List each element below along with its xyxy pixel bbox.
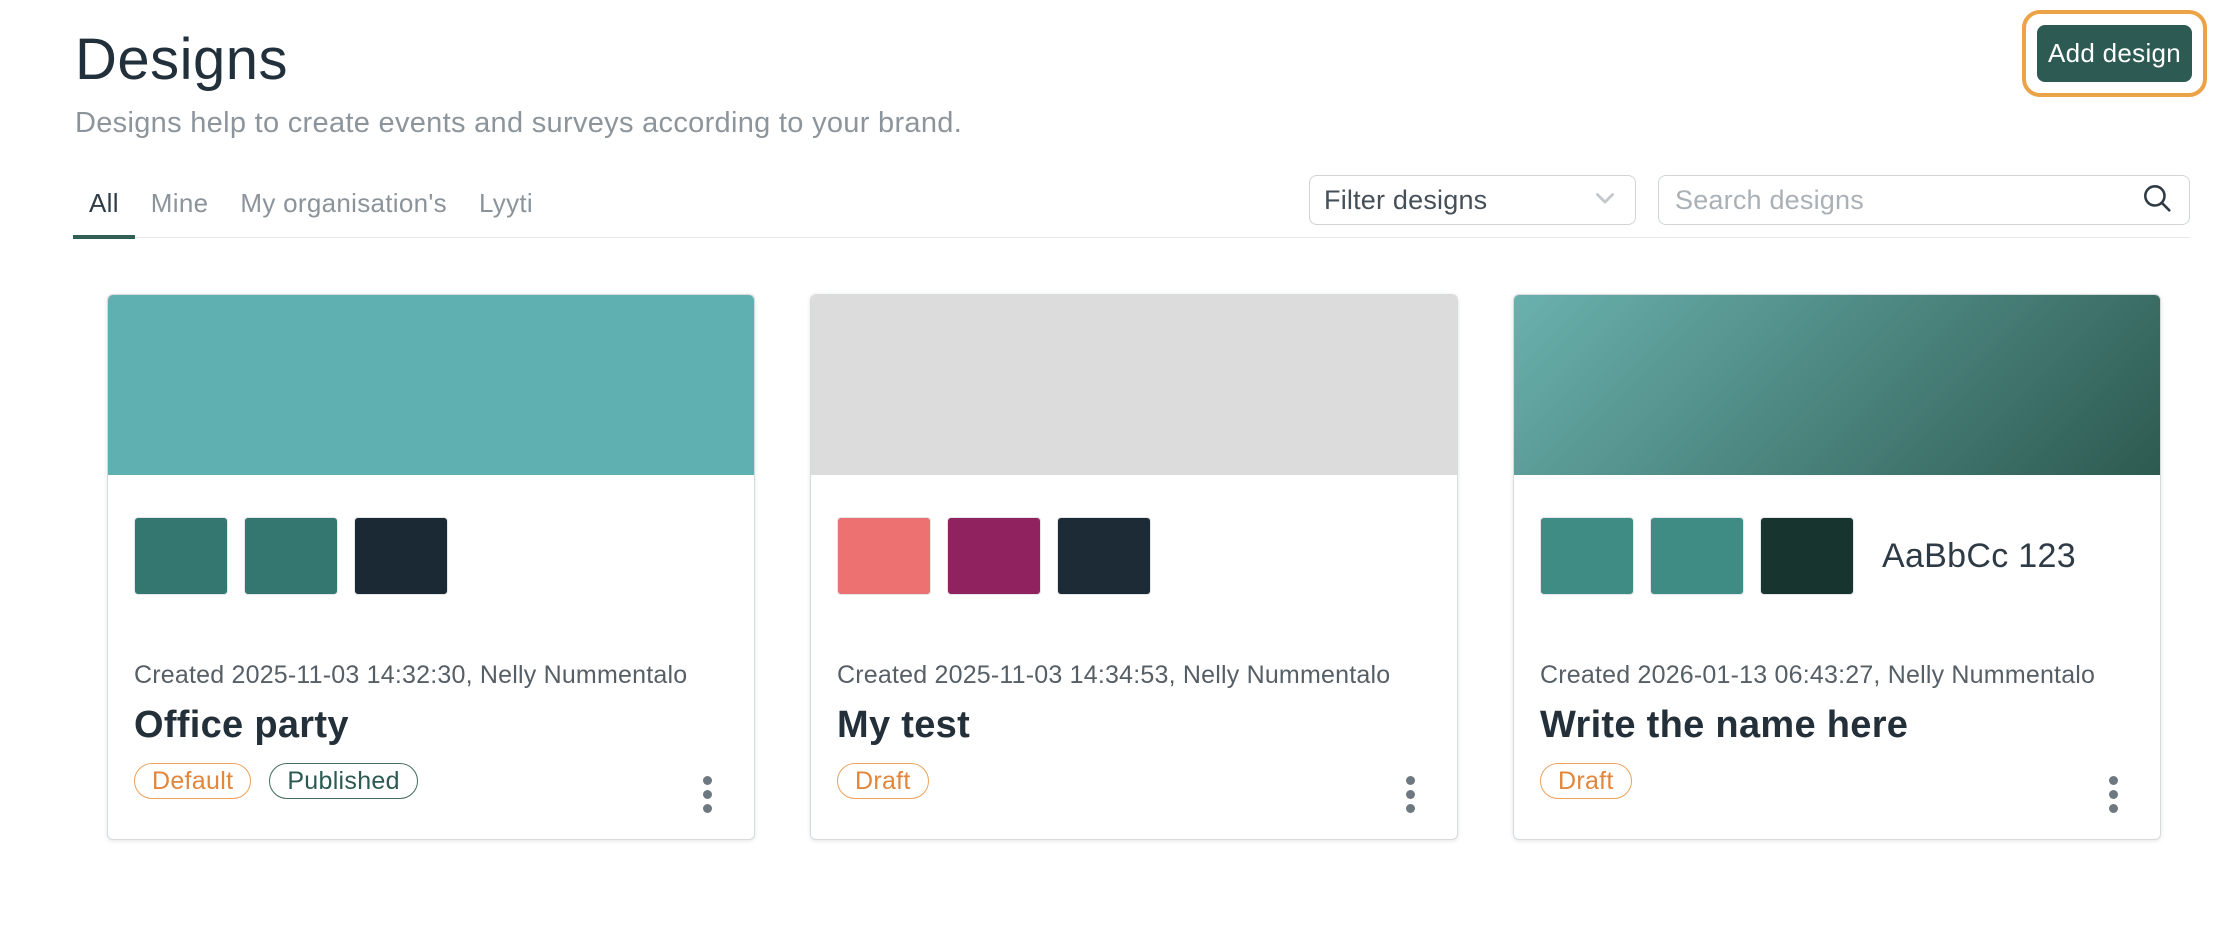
tab-lyyti[interactable]: Lyyti (463, 174, 549, 239)
tab-all[interactable]: All (73, 174, 135, 239)
color-swatch (244, 517, 338, 595)
font-preview-text: AaBbCc 123 (1882, 537, 2076, 576)
card-body: AaBbCc 123 Created 2026-01-13 06:43:27, … (1514, 475, 2160, 840)
created-timestamp: Created 2025-11-03 14:34:53, Nelly Numme… (837, 661, 1431, 690)
design-preview-banner (1514, 295, 2160, 475)
add-design-highlight-ring: Add design (2022, 10, 2207, 97)
page-subtitle: Designs help to create events and survey… (75, 107, 2190, 140)
design-card-office-party[interactable]: Created 2025-11-03 14:32:30, Nelly Numme… (107, 294, 755, 840)
design-card-grid: Created 2025-11-03 14:32:30, Nelly Numme… (107, 294, 2161, 840)
search-designs-field (1658, 175, 2190, 225)
badge-row: Draft (1540, 763, 2134, 799)
card-menu-kebab-icon[interactable] (2103, 770, 2124, 819)
tab-bar: All Mine My organisation's Lyyti (73, 174, 549, 237)
color-swatch (354, 517, 448, 595)
page-header: Designs Designs help to create events an… (0, 0, 2234, 140)
search-icon (2139, 180, 2175, 221)
color-swatch (134, 517, 228, 595)
badge-row: Default Published (134, 763, 728, 799)
design-name: Office party (134, 704, 728, 747)
color-swatch (947, 517, 1041, 595)
color-swatch (1057, 517, 1151, 595)
color-swatch-row (134, 517, 728, 595)
color-swatch (1540, 517, 1634, 595)
chevron-down-icon (1591, 184, 1619, 217)
color-swatch (1760, 517, 1854, 595)
add-design-button[interactable]: Add design (2037, 25, 2192, 82)
color-swatch-row (837, 517, 1431, 595)
page-title: Designs (75, 26, 2190, 93)
card-menu-kebab-icon[interactable] (697, 770, 718, 819)
tab-my-organisations[interactable]: My organisation's (224, 174, 463, 239)
color-swatch (1650, 517, 1744, 595)
design-card-my-test[interactable]: Created 2025-11-03 14:34:53, Nelly Numme… (810, 294, 1458, 840)
toolbar-controls: Filter designs (1309, 175, 2190, 225)
card-menu-kebab-icon[interactable] (1400, 770, 1421, 819)
filter-designs-dropdown[interactable]: Filter designs (1309, 175, 1636, 225)
design-name: Write the name here (1540, 704, 2134, 747)
color-swatch (837, 517, 931, 595)
status-badge-draft: Draft (837, 763, 929, 799)
status-badge-default: Default (134, 763, 251, 799)
design-name: My test (837, 704, 1431, 747)
filter-designs-label: Filter designs (1324, 185, 1487, 216)
tab-mine[interactable]: Mine (135, 174, 225, 239)
toolbar: All Mine My organisation's Lyyti Filter … (73, 174, 2190, 238)
color-swatch-row: AaBbCc 123 (1540, 517, 2134, 595)
design-preview-banner (811, 295, 1457, 475)
card-body: Created 2025-11-03 14:32:30, Nelly Numme… (108, 475, 754, 840)
status-badge-published: Published (269, 763, 418, 799)
status-badge-draft: Draft (1540, 763, 1632, 799)
card-body: Created 2025-11-03 14:34:53, Nelly Numme… (811, 475, 1457, 840)
design-preview-banner (108, 295, 754, 475)
created-timestamp: Created 2026-01-13 06:43:27, Nelly Numme… (1540, 661, 2134, 690)
search-designs-input[interactable] (1673, 184, 2139, 217)
badge-row: Draft (837, 763, 1431, 799)
design-card-write-the-name-here[interactable]: AaBbCc 123 Created 2026-01-13 06:43:27, … (1513, 294, 2161, 840)
created-timestamp: Created 2025-11-03 14:32:30, Nelly Numme… (134, 661, 728, 690)
